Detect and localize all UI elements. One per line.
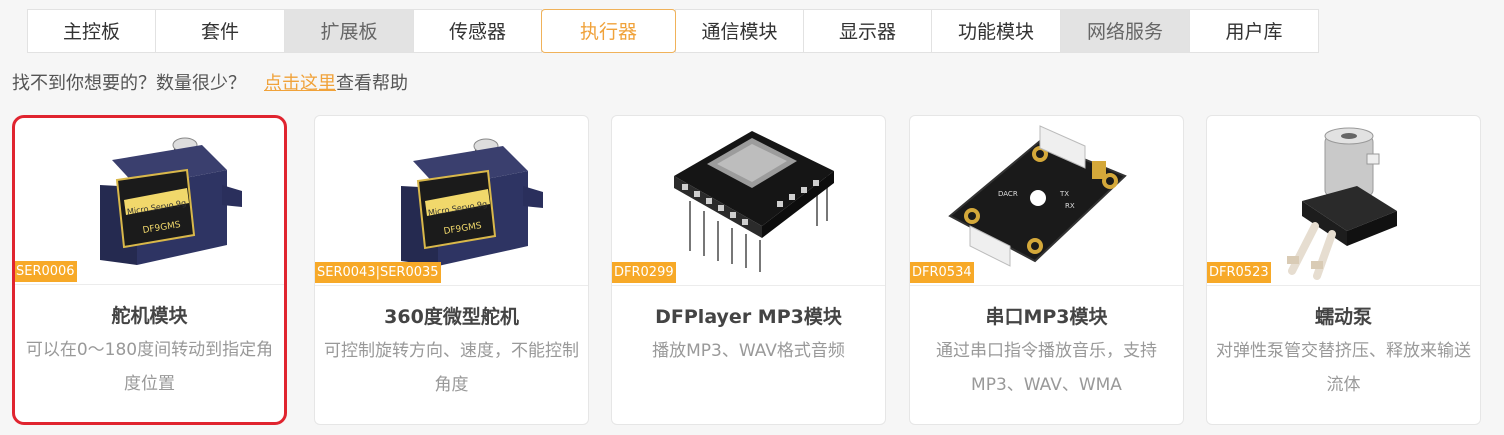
card-divider <box>1207 285 1480 286</box>
servo-image: Micro Servo 9g DF9GMS <box>15 118 281 283</box>
product-title[interactable]: 360度微型舵机 <box>315 302 588 329</box>
product-desc: 可以在0～180度间转动到指定角度位置 <box>25 340 274 394</box>
product-sku: DFR0299 <box>612 262 676 283</box>
help-line: 找不到你想要的？数量很少？ 点击这里查看帮助 <box>12 70 408 98</box>
product-card-dfplayer[interactable]: DFR0299 DFPlayer MP3模块 播放MP3、WAV格式音频 <box>611 115 886 425</box>
product-desc: 通过串口指令播放音乐，支持MP3、WAV、WMA <box>936 341 1157 395</box>
product-card-360-servo[interactable]: Micro Servo 9g DF9GMS SER0043|SER0035 36… <box>314 115 589 425</box>
help-link[interactable]: 点击这里 <box>264 73 336 94</box>
product-card-pump[interactable]: DFR0523 蠕动泵 对弹性泵管交替挤压、释放来输送流体 <box>1206 115 1481 425</box>
tab-sensors[interactable]: 传感器 <box>413 9 542 53</box>
product-title[interactable]: 蠕动泵 <box>1207 302 1480 329</box>
tab-actuators[interactable]: 执行器 <box>541 9 676 53</box>
product-desc: 可控制旋转方向、速度，不能控制角度 <box>324 341 579 395</box>
product-card-serial-mp3[interactable]: TX RX DACR DFR0534 串口MP3模块 通过串口指令播放音乐，支持MP… <box>909 115 1184 425</box>
tab-function-modules[interactable]: 功能模块 <box>931 9 1061 53</box>
mp3-board-image <box>612 116 885 284</box>
card-divider <box>315 285 588 286</box>
tab-expansion-board[interactable]: 扩展板 <box>284 9 414 53</box>
product-title[interactable]: 串口MP3模块 <box>910 302 1183 329</box>
svg-text:RX: RX <box>1065 202 1075 210</box>
help-suffix: 查看帮助 <box>336 73 408 94</box>
tab-display[interactable]: 显示器 <box>803 9 932 53</box>
serial-mp3-board-image: TX RX DACR <box>910 116 1183 284</box>
servo-image: Micro Servo 9g DF9GMS <box>315 116 588 284</box>
card-divider <box>612 285 885 286</box>
tab-main-board[interactable]: 主控板 <box>27 9 156 53</box>
product-title[interactable]: 舵机模块 <box>15 301 284 328</box>
product-sku: DFR0523 <box>1207 262 1271 283</box>
card-divider <box>15 284 284 285</box>
help-text: 找不到你想要的？数量很少？ <box>12 73 246 94</box>
product-desc: 对弹性泵管交替挤压、释放来输送流体 <box>1216 341 1471 395</box>
tab-network-services[interactable]: 网络服务 <box>1060 9 1190 53</box>
tab-user-library[interactable]: 用户库 <box>1189 9 1319 53</box>
category-tabs: 主控板 套件 扩展板 传感器 执行器 通信模块 显示器 功能模块 网络服务 用户… <box>27 9 1319 53</box>
product-title[interactable]: DFPlayer MP3模块 <box>612 302 885 329</box>
product-sku: SER0043|SER0035 <box>315 262 441 283</box>
svg-text:DACR: DACR <box>998 190 1018 198</box>
tab-communication[interactable]: 通信模块 <box>675 9 804 53</box>
product-card-servo[interactable]: Micro Servo 9g DF9GMS SER0006 舵机模块 可以在0～… <box>12 115 287 425</box>
svg-text:TX: TX <box>1059 190 1069 198</box>
product-sku: DFR0534 <box>910 262 974 283</box>
product-desc: 播放MP3、WAV格式音频 <box>652 341 845 361</box>
tab-kits[interactable]: 套件 <box>155 9 285 53</box>
pump-image <box>1207 116 1480 284</box>
card-divider <box>910 285 1183 286</box>
product-sku: SER0006 <box>15 261 77 282</box>
